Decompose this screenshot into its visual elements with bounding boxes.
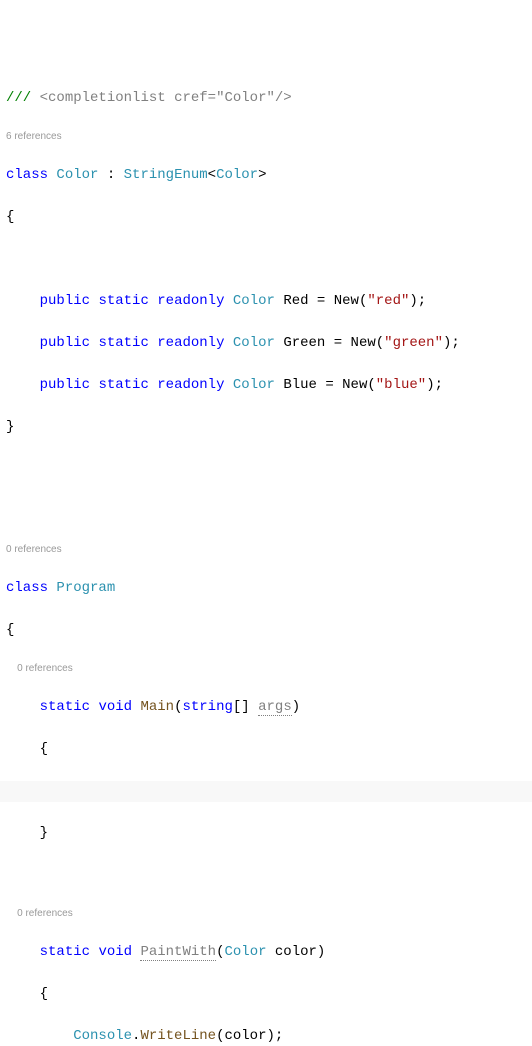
close-brace[interactable]: } (0, 823, 532, 844)
open-brace[interactable]: { (0, 739, 532, 760)
xml-attr-val: "Color" (216, 90, 275, 106)
blank-line[interactable] (0, 865, 532, 886)
class-color-decl[interactable]: class Color : StringEnum<Color> (0, 165, 532, 186)
codelens-main[interactable]: 0 references (0, 662, 532, 676)
console-writeline[interactable]: Console.WriteLine(color); (0, 1026, 532, 1046)
type-program: Program (56, 580, 115, 596)
class-program-decl[interactable]: class Program (0, 578, 532, 599)
empty-line[interactable] (0, 249, 532, 270)
type-color: Color (56, 167, 98, 183)
param-args: args (258, 699, 292, 716)
field-red-name: Red (283, 293, 308, 309)
xml-tag-close: /> (275, 90, 292, 106)
field-green[interactable]: public static readonly Color Green = New… (0, 333, 532, 354)
method-main-decl[interactable]: static void Main(string[] args) (0, 697, 532, 718)
field-blue-name: Blue (283, 377, 317, 393)
field-green-name: Green (283, 335, 325, 351)
method-writeline: WriteLine (140, 1028, 216, 1044)
xml-tag-open: <completionlist (40, 90, 166, 106)
close-brace[interactable]: } (0, 417, 532, 438)
codelens-program[interactable]: 0 references (0, 543, 532, 557)
type-console: Console (73, 1028, 132, 1044)
doc-comment-prefix: /// (6, 90, 31, 106)
field-red[interactable]: public static readonly Color Red = New("… (0, 291, 532, 312)
method-main: Main (140, 699, 174, 715)
open-brace[interactable]: { (0, 620, 532, 641)
method-paintwith-decl[interactable]: static void PaintWith(Color color) (0, 942, 532, 963)
field-blue[interactable]: public static readonly Color Blue = New(… (0, 375, 532, 396)
open-brace[interactable]: { (0, 207, 532, 228)
doc-comment-line[interactable]: /// <completionlist cref="Color"/> (0, 88, 532, 109)
cursor-line[interactable] (0, 781, 532, 802)
codelens-paintwith[interactable]: 0 references (0, 907, 532, 921)
type-stringenum: StringEnum (124, 167, 208, 183)
blank-line[interactable] (0, 501, 532, 522)
open-brace[interactable]: { (0, 984, 532, 1005)
method-paintwith: PaintWith (140, 944, 216, 961)
xml-attr-name: cref (174, 90, 208, 106)
param-color: color (275, 944, 317, 960)
codelens-color[interactable]: 6 references (0, 130, 532, 144)
blank-line[interactable] (0, 459, 532, 480)
